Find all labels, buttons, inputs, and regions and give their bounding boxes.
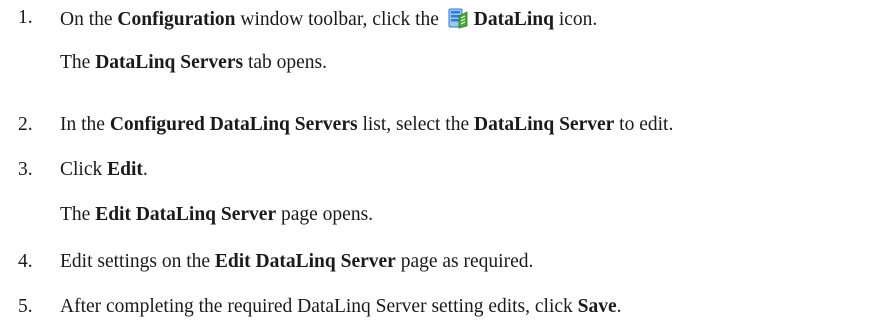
result-text: The Edit DataLinq Server page opens. (60, 203, 373, 227)
ui-term-datalinq: DataLinq (473, 9, 554, 30)
result-text-part: tab opens. (243, 52, 328, 73)
ui-term-datalinq-servers: DataLinq Servers (95, 52, 244, 73)
step-text-part: . (142, 159, 148, 180)
step-text-part: icon. (553, 9, 598, 30)
step-text-part: page as required. (395, 251, 534, 272)
result-text-part: The (60, 52, 96, 73)
step-number: 3. (18, 159, 33, 180)
step-text-part: In the (60, 114, 110, 135)
ui-term-datalinq-server: DataLinq Server (474, 114, 615, 135)
step-text-part: On the (60, 9, 118, 30)
step-text: After completing the required DataLinq S… (60, 295, 622, 319)
step-text: In the Configured DataLinq Servers list,… (60, 113, 673, 137)
step-number: 5. (18, 296, 33, 317)
step-text-part: Click (60, 159, 108, 180)
dataling-server-icon (446, 6, 470, 30)
step-text: Click Edit. (60, 158, 148, 182)
step-number: 4. (18, 251, 33, 272)
step-text-part: . (616, 296, 622, 317)
step-text: On the Configuration window toolbar, cli… (60, 6, 597, 32)
step-text-part: Edit settings on the (60, 251, 215, 272)
ui-term-edit-datalinq-server: Edit DataLinq Server (214, 251, 396, 272)
step-text-part: After completing the required DataLinq S… (60, 296, 578, 317)
step-text-part: to edit. (614, 114, 674, 135)
step-number: 2. (18, 114, 33, 135)
ui-term-edit: Edit (107, 159, 143, 180)
ui-term-configured-datalinq-servers: Configured DataLinq Servers (109, 114, 358, 135)
ui-term-edit-datalinq-server: Edit DataLinq Server (95, 204, 277, 225)
ui-term-save: Save (577, 296, 617, 317)
step-text: Edit settings on the Edit DataLinq Serve… (60, 250, 533, 274)
ui-term-configuration: Configuration (117, 9, 236, 30)
step-number: 1. (18, 7, 33, 28)
result-text: The DataLinq Servers tab opens. (60, 51, 327, 75)
step-text-part: window toolbar, click the (235, 9, 444, 30)
step-text-part: list, select the (357, 114, 474, 135)
result-text-part: page opens. (276, 204, 374, 225)
result-text-part: The (60, 204, 96, 225)
